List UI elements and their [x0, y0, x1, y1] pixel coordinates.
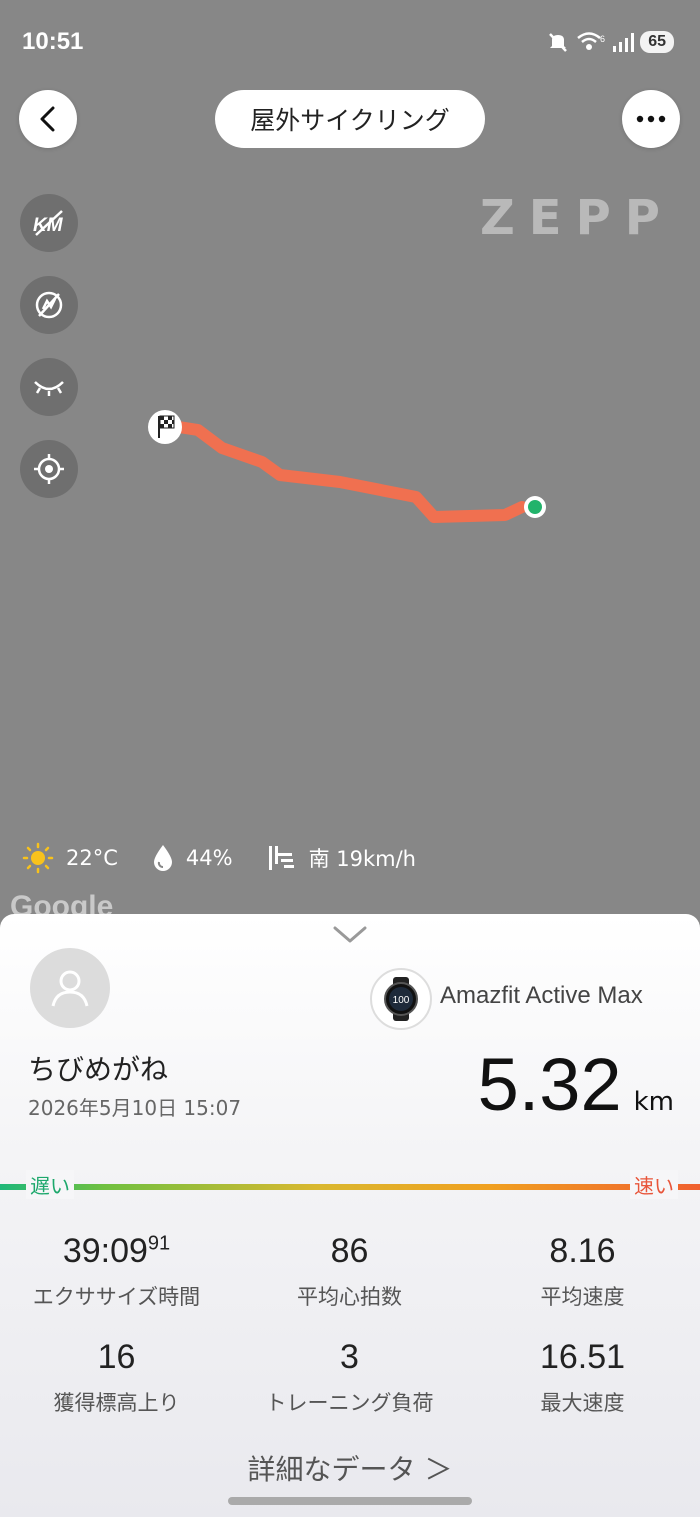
- stat-value: 16.51: [539, 1338, 626, 1376]
- stat-value: 86: [330, 1232, 369, 1270]
- device-name: Amazfit Active Max: [440, 982, 643, 1009]
- more-button[interactable]: [622, 90, 680, 148]
- back-button[interactable]: [19, 90, 77, 148]
- workout-summary-sheet: 100 Amazfit Active Max ちびめがね 2026年5月10日 …: [0, 914, 700, 1517]
- stat-label: 平均心拍数: [297, 1285, 402, 1309]
- home-indicator[interactable]: [228, 1497, 472, 1505]
- start-point-icon: [524, 496, 546, 518]
- stat-max-speed: 16.51 最大速度: [466, 1338, 699, 1417]
- locate-button[interactable]: [20, 440, 78, 498]
- signal-icon: [613, 33, 635, 52]
- weather-bar: 22°C 44% 南 19km/h: [22, 838, 450, 878]
- temperature-value: 22°C: [66, 846, 118, 870]
- stat-avg-speed: 8.16 平均速度: [466, 1232, 699, 1311]
- pace-toggle[interactable]: [20, 276, 78, 334]
- distance-unit: km: [633, 1087, 674, 1117]
- speed-fast-label: 速い: [630, 1170, 678, 1199]
- chevron-left-icon: [40, 106, 55, 132]
- stat-label: 獲得標高上り: [53, 1391, 180, 1415]
- stat-avg-heart-rate: 86 平均心拍数: [233, 1232, 466, 1311]
- status-icons: 6 65: [546, 28, 674, 56]
- stat-label: 平均速度: [540, 1285, 625, 1309]
- smartwatch-icon: 100: [384, 977, 418, 1021]
- stat-value-fraction: 91: [147, 1232, 171, 1255]
- avatar[interactable]: [30, 948, 110, 1028]
- user-avatar-icon: [51, 970, 89, 1007]
- collapse-handle[interactable]: [333, 924, 367, 948]
- stat-label: トレーニング負荷: [265, 1391, 434, 1415]
- svg-text:100: 100: [393, 995, 410, 1006]
- stat-training-load: 3 トレーニング負荷: [233, 1338, 466, 1417]
- wifi-icon: 6: [577, 32, 605, 50]
- distance-display: 5.32 km: [478, 1042, 674, 1127]
- more-dots-icon: [636, 115, 666, 123]
- stat-exercise-time: 39:0991 エクササイズ時間: [0, 1232, 233, 1311]
- km-marker-toggle[interactable]: KM: [20, 194, 78, 252]
- speed-gradient-bar: [0, 1184, 700, 1190]
- mute-icon: [549, 33, 568, 52]
- username: ちびめがね: [28, 1053, 169, 1086]
- stat-label: 最大速度: [540, 1391, 625, 1415]
- device-image: 100: [370, 968, 432, 1030]
- wind-item: 南 19km/h: [267, 843, 416, 873]
- wind-icon: [268, 846, 294, 870]
- sun-icon: [22, 842, 54, 874]
- visibility-toggle[interactable]: [20, 358, 78, 416]
- humidity-item: 44%: [152, 843, 233, 873]
- speed-slow-label: 遅い: [26, 1170, 74, 1199]
- stat-value: 3: [340, 1338, 359, 1376]
- stat-value: 8.16: [549, 1232, 616, 1270]
- finish-flag-icon: [148, 410, 182, 444]
- battery-indicator: 65: [640, 31, 674, 53]
- page-title: 屋外サイクリング: [215, 90, 485, 148]
- wind-value: 南 19km/h: [308, 847, 416, 871]
- stat-value: 16: [97, 1338, 136, 1376]
- stat-label: エクササイズ時間: [32, 1285, 201, 1309]
- humidity-drop-icon: [153, 845, 172, 871]
- no-pace-icon: [35, 291, 63, 319]
- chevron-down-icon: [333, 926, 367, 943]
- route-path: [160, 419, 528, 523]
- km-marker-icon: KM: [33, 210, 64, 236]
- humidity-value: 44%: [185, 846, 233, 870]
- zepp-watermark: ZEPP: [480, 190, 674, 246]
- svg-text:6: 6: [600, 34, 605, 44]
- workout-datetime: 2026年5月10日 15:07: [28, 1096, 242, 1120]
- eye-closed-icon: [34, 381, 64, 396]
- locate-icon: [34, 454, 64, 484]
- status-time: 10:51: [22, 28, 84, 55]
- stat-value: 39:09: [62, 1232, 148, 1270]
- status-bar: 10:51 6 65: [0, 0, 700, 84]
- detailed-data-link[interactable]: 詳細なデータ ＞: [0, 1448, 700, 1488]
- distance-value: 5.32: [477, 1043, 622, 1126]
- stat-elevation-gain: 16 獲得標高上り: [0, 1338, 233, 1417]
- temperature-item: 22°C: [22, 842, 118, 874]
